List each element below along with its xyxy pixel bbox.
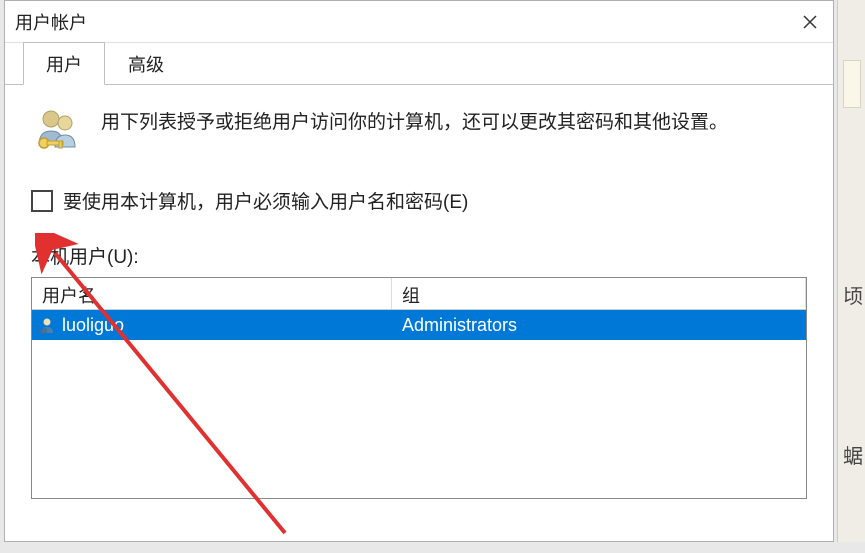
bg-decor — [843, 60, 861, 108]
tab-content: 用下列表授予或拒绝用户访问你的计算机，还可以更改其密码和其他设置。 要使用本计算… — [5, 85, 833, 519]
require-password-label: 要使用本计算机，用户必须输入用户名和密码(E) — [63, 187, 468, 214]
user-icon — [38, 316, 56, 334]
bg-text-1: 顷 — [843, 280, 863, 309]
users-list-label: 本机用户(U): — [31, 242, 807, 269]
tab-row: 用户 高级 — [5, 43, 833, 85]
tab-advanced[interactable]: 高级 — [105, 42, 187, 84]
cell-username: luoliguo — [32, 315, 392, 336]
info-row: 用下列表授予或拒绝用户访问你的计算机，还可以更改其密码和其他设置。 — [31, 105, 807, 157]
info-description: 用下列表授予或拒绝用户访问你的计算机，还可以更改其密码和其他设置。 — [101, 105, 728, 139]
user-accounts-dialog: 用户帐户 用户 高级 用下列表授予或拒绝用户访问你的计算机，还可以更改其密码和其 — [4, 0, 834, 542]
titlebar: 用户帐户 — [5, 1, 833, 43]
table-row[interactable]: luoliguo Administrators — [32, 310, 806, 340]
column-header-username[interactable]: 用户名 — [32, 278, 392, 309]
cell-group: Administrators — [392, 315, 806, 336]
users-table: 用户名 组 luoliguo Administrators — [31, 277, 807, 499]
bg-text-2: 蜛 — [843, 440, 863, 469]
window-title: 用户帐户 — [15, 9, 87, 35]
column-header-group[interactable]: 组 — [392, 278, 806, 309]
table-header: 用户名 组 — [32, 278, 806, 310]
close-icon — [802, 14, 818, 30]
require-password-row: 要使用本计算机，用户必须输入用户名和密码(E) — [31, 187, 807, 214]
require-password-checkbox[interactable] — [31, 190, 53, 212]
background-strip: 顷 蜛 — [837, 0, 865, 542]
username-text: luoliguo — [62, 315, 124, 336]
close-button[interactable] — [797, 9, 823, 35]
tab-user[interactable]: 用户 — [23, 42, 105, 85]
users-key-icon — [31, 105, 83, 157]
